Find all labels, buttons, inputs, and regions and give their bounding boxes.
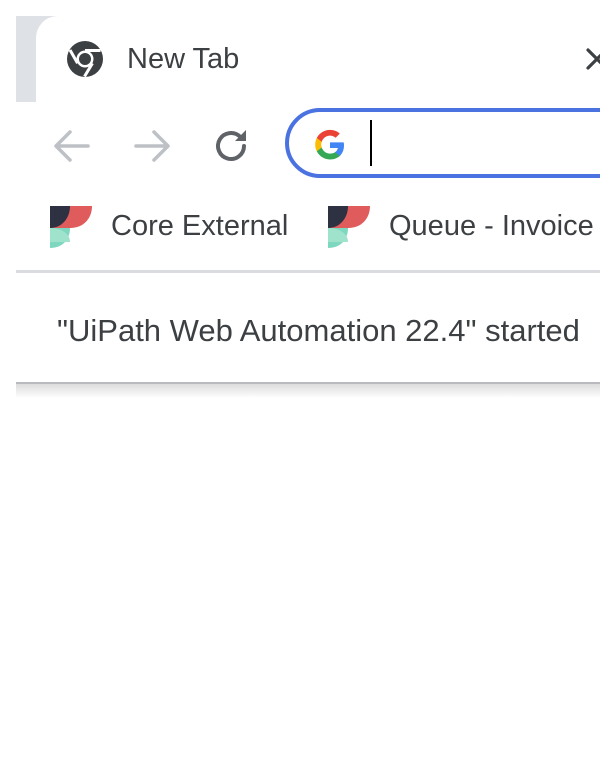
- infobar-message: "UiPath Web Automation 22.4" started: [57, 313, 580, 348]
- browser-window: New Tab Core External Queue - Invoice "U…: [0, 0, 600, 777]
- close-icon[interactable]: [582, 44, 600, 74]
- uipath-bookmark-icon: [50, 206, 92, 248]
- google-g-icon: [315, 129, 344, 160]
- infobar-shadow: [16, 384, 600, 398]
- uipath-bookmark-icon: [328, 206, 370, 248]
- reload-icon[interactable]: [210, 124, 254, 168]
- text-caret: [370, 120, 372, 166]
- tab-title: New Tab: [127, 43, 240, 75]
- arrow-left-icon[interactable]: [50, 124, 94, 168]
- omnibox-input[interactable]: [368, 118, 600, 168]
- bookmark-label: Core External: [111, 210, 289, 242]
- chrome-icon: [67, 41, 103, 78]
- arrow-right-icon[interactable]: [130, 124, 174, 168]
- tab-new-tab[interactable]: [36, 16, 600, 108]
- page-content[interactable]: [16, 398, 600, 777]
- bookmark-label: Queue - Invoice: [389, 210, 594, 242]
